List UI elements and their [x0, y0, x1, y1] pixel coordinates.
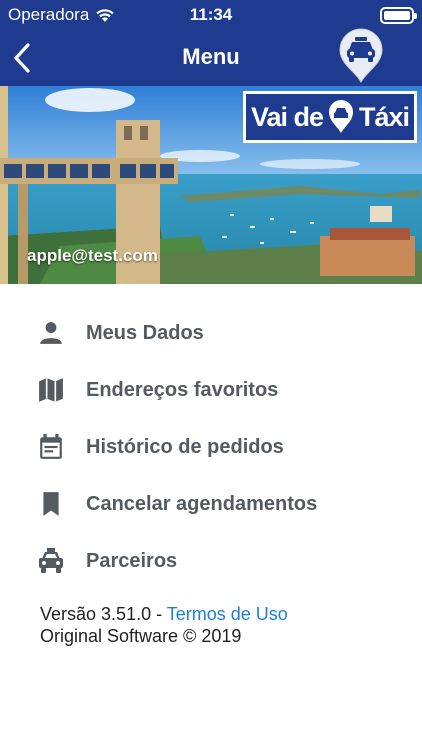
header-banner: Vai de Táxi apple@test.com: [0, 86, 422, 284]
map-icon: [36, 375, 66, 405]
person-icon: [36, 318, 66, 348]
menu-item-label: Cancelar agendamentos: [86, 493, 318, 515]
logo-text-2: Táxi: [359, 101, 410, 132]
app-footer: Versão 3.51.0 - Termos de Uso Original S…: [40, 603, 288, 647]
bookmark-icon: [36, 489, 66, 519]
logo-text-1: Vai de: [250, 101, 324, 132]
calendar-icon: [36, 432, 66, 462]
taxi-icon: [36, 546, 66, 576]
menu-item-meus-dados[interactable]: Meus Dados: [0, 306, 422, 363]
menu-item-parceiros[interactable]: Parceiros: [0, 534, 422, 591]
version-text: Versão 3.51.0 -: [40, 604, 167, 624]
menu-item-label: Parceiros: [86, 550, 178, 572]
taxi-pin-icon[interactable]: [336, 28, 386, 84]
taxi-pin-logo-icon: [329, 100, 353, 133]
menu-item-label: Histórico de pedidos: [86, 436, 284, 458]
menu-item-cancelar-agendamentos[interactable]: Cancelar agendamentos: [0, 477, 422, 534]
navigation-bar: Menu: [0, 28, 422, 86]
menu-list: Meus Dados Endereços favoritos Histórico…: [0, 306, 422, 591]
terms-of-use-link[interactable]: Termos de Uso: [167, 604, 288, 624]
user-email: apple@test.com: [27, 246, 158, 265]
menu-item-label: Meus Dados: [86, 322, 204, 344]
menu-item-historico-de-pedidos[interactable]: Histórico de pedidos: [0, 420, 422, 477]
menu-item-label: Endereços favoritos: [86, 379, 279, 401]
battery-icon: [380, 7, 417, 24]
status-bar: Operadora 11:34: [0, 0, 422, 30]
vai-de-taxi-logo: Vai de Táxi: [243, 91, 417, 143]
version-line: Versão 3.51.0 - Termos de Uso: [40, 603, 288, 625]
status-time: 11:34: [189, 5, 233, 24]
menu-item-enderecos-favoritos[interactable]: Endereços favoritos: [0, 363, 422, 420]
copyright-text: Original Software © 2019: [40, 626, 242, 646]
